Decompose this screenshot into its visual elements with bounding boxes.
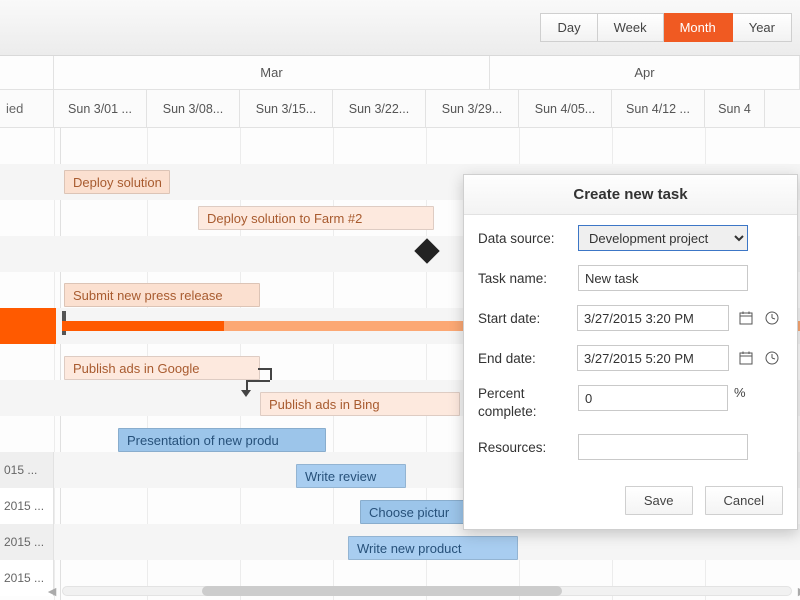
task-bar-review[interactable]: Write review [296,464,406,488]
view-month-button[interactable]: Month [664,13,733,42]
percent-suffix: % [734,385,746,400]
month-header-mar: Mar [54,56,490,89]
arrow-down-icon [241,390,251,397]
week-header: Sun 3/22... [333,90,426,127]
dependency-link [258,368,270,370]
week-header: Sun 3/08... [147,90,240,127]
month-header-apr: Apr [490,56,800,89]
dialog-title: Create new task [464,175,797,215]
view-week-button[interactable]: Week [598,13,664,42]
cancel-button[interactable]: Cancel [705,486,783,515]
row-time-left: 2015 ... [0,488,54,524]
calendar-icon[interactable] [735,345,757,371]
week-header: Sun 4 [705,90,765,127]
label-datasource: Data source: [478,231,578,246]
scroll-left-icon[interactable]: ◄ [44,584,60,598]
timeline-month-header: Mar Apr [0,56,800,90]
percent-input[interactable] [578,385,728,411]
task-bar-presentation[interactable]: Presentation of new produ [118,428,326,452]
resources-input[interactable] [578,434,748,460]
task-bar-press[interactable]: Submit new press release [64,283,260,307]
enddate-input[interactable] [577,345,729,371]
dependency-link [246,380,270,382]
label-percent: Percent complete: [478,385,578,420]
label-enddate: End date: [478,351,577,366]
row-time-left: 015 ... [0,452,54,488]
week-header: Sun 4/05... [519,90,612,127]
week-header: Sun 3/01 ... [54,90,147,127]
label-startdate: Start date: [478,311,577,326]
task-bar-ads-bing[interactable]: Publish ads in Bing [260,392,460,416]
summary-left-highlight [0,308,56,344]
horizontal-scrollbar[interactable]: ◄ ► [62,584,792,598]
week-header: Sun 4/12 ... [612,90,705,127]
scroll-right-icon[interactable]: ► [794,584,800,598]
task-bar-deploy-1[interactable]: Deploy solution [64,170,170,194]
task-bar-writeprod[interactable]: Write new product [348,536,518,560]
datasource-select[interactable]: Development project [578,225,748,251]
calendar-icon[interactable] [735,305,757,331]
week-header: Sun 3/15... [240,90,333,127]
scrollbar-thumb[interactable] [202,586,562,596]
task-bar-ads-google[interactable]: Publish ads in Google [64,356,260,380]
clock-icon[interactable] [761,345,783,371]
view-day-button[interactable]: Day [540,13,597,42]
label-resources: Resources: [478,440,578,455]
left-header-partial: ied [0,90,54,127]
taskname-input[interactable] [578,265,748,291]
task-bar-deploy-2[interactable]: Deploy solution to Farm #2 [198,206,434,230]
row-time-left: 2015 ... [0,524,54,560]
dependency-link [270,368,272,380]
view-switch: Day Week Month Year [540,13,792,42]
create-task-dialog: Create new task Data source: Development… [463,174,798,530]
timeline-week-header: ied Sun 3/01 ... Sun 3/08... Sun 3/15...… [0,90,800,128]
save-button[interactable]: Save [625,486,693,515]
toolbar: Day Week Month Year [0,0,800,56]
view-year-button[interactable]: Year [733,13,792,42]
clock-icon[interactable] [761,305,783,331]
startdate-input[interactable] [577,305,729,331]
label-taskname: Task name: [478,271,578,286]
week-header: Sun 3/29... [426,90,519,127]
